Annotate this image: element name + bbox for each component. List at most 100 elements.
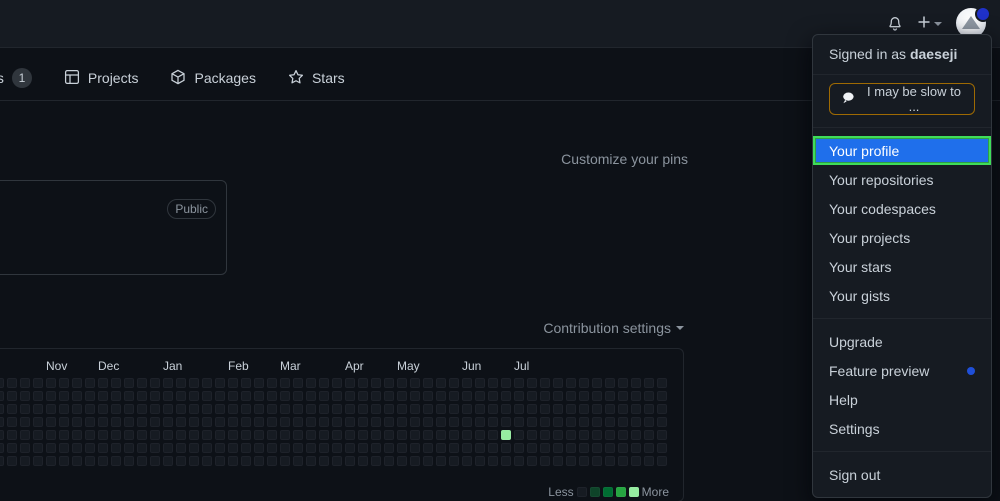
contribution-cell[interactable] <box>501 456 511 466</box>
contribution-cell[interactable] <box>7 391 17 401</box>
contribution-cell[interactable] <box>150 404 160 414</box>
contribution-cell[interactable] <box>553 456 563 466</box>
contribution-cell[interactable] <box>592 417 602 427</box>
contribution-cell[interactable] <box>514 430 524 440</box>
contribution-cell[interactable] <box>137 391 147 401</box>
contribution-cell[interactable] <box>72 430 82 440</box>
contribution-cell[interactable] <box>215 430 225 440</box>
contribution-cell[interactable] <box>215 378 225 388</box>
contribution-cell[interactable] <box>618 391 628 401</box>
contribution-cell[interactable] <box>553 430 563 440</box>
contribution-cell[interactable] <box>462 456 472 466</box>
contribution-cell[interactable] <box>202 456 212 466</box>
contribution-cell[interactable] <box>553 378 563 388</box>
contribution-cell[interactable] <box>397 417 407 427</box>
contribution-cell[interactable] <box>605 404 615 414</box>
contribution-cell[interactable] <box>579 417 589 427</box>
contribution-cell[interactable] <box>267 443 277 453</box>
contribution-cell[interactable] <box>215 391 225 401</box>
contribution-cell[interactable] <box>72 378 82 388</box>
contribution-cell[interactable] <box>475 417 485 427</box>
contribution-cell[interactable] <box>215 443 225 453</box>
contribution-cell[interactable] <box>46 443 56 453</box>
contribution-cell[interactable] <box>293 404 303 414</box>
contribution-cell[interactable] <box>280 378 290 388</box>
contribution-cell[interactable] <box>150 378 160 388</box>
contribution-cell[interactable] <box>605 391 615 401</box>
contribution-cell[interactable] <box>215 417 225 427</box>
contribution-cell[interactable] <box>579 456 589 466</box>
contribution-cell[interactable] <box>657 430 667 440</box>
contribution-cell[interactable] <box>241 456 251 466</box>
menu-item-help[interactable]: Help <box>813 385 991 414</box>
contribution-cell[interactable] <box>592 456 602 466</box>
contribution-cell[interactable] <box>605 430 615 440</box>
contribution-cell[interactable] <box>254 417 264 427</box>
contribution-cell[interactable] <box>306 391 316 401</box>
menu-item-your-profile[interactable]: Your profile <box>813 136 991 165</box>
contribution-cell[interactable] <box>527 443 537 453</box>
contribution-cell[interactable] <box>33 456 43 466</box>
contribution-cell[interactable] <box>514 391 524 401</box>
contribution-cell[interactable] <box>228 404 238 414</box>
contribution-cell[interactable] <box>254 430 264 440</box>
contribution-cell[interactable] <box>85 391 95 401</box>
contribution-cell[interactable] <box>566 404 576 414</box>
contribution-cell[interactable] <box>332 443 342 453</box>
contribution-cell[interactable] <box>462 443 472 453</box>
contribution-cell[interactable] <box>59 443 69 453</box>
contribution-cell[interactable] <box>111 378 121 388</box>
contribution-cell[interactable] <box>397 430 407 440</box>
contribution-cell[interactable] <box>228 443 238 453</box>
menu-item-settings[interactable]: Settings <box>813 414 991 443</box>
contribution-cell[interactable] <box>306 443 316 453</box>
contribution-cell[interactable] <box>202 430 212 440</box>
contribution-cell[interactable] <box>462 404 472 414</box>
contribution-cell[interactable] <box>98 443 108 453</box>
contribution-cell[interactable] <box>605 443 615 453</box>
contribution-cell[interactable] <box>7 456 17 466</box>
contribution-cell[interactable] <box>592 378 602 388</box>
contribution-cell[interactable] <box>280 443 290 453</box>
contribution-cell[interactable] <box>475 443 485 453</box>
contribution-cell[interactable] <box>449 456 459 466</box>
contribution-cell[interactable] <box>98 456 108 466</box>
contribution-cell[interactable] <box>397 443 407 453</box>
contribution-cell[interactable] <box>436 404 446 414</box>
contribution-cell[interactable] <box>553 443 563 453</box>
contribution-cell[interactable] <box>332 404 342 414</box>
contribution-cell[interactable] <box>540 404 550 414</box>
contribution-cell[interactable] <box>345 443 355 453</box>
contribution-cell[interactable] <box>202 378 212 388</box>
contribution-cell[interactable] <box>202 443 212 453</box>
contribution-cell[interactable] <box>202 417 212 427</box>
contribution-cell[interactable] <box>358 456 368 466</box>
contribution-cell[interactable] <box>501 430 511 440</box>
contribution-cell[interactable] <box>579 443 589 453</box>
contribution-cell[interactable] <box>579 430 589 440</box>
contribution-cell[interactable] <box>397 456 407 466</box>
menu-item-your-gists[interactable]: Your gists <box>813 281 991 310</box>
contribution-cell[interactable] <box>423 430 433 440</box>
contribution-cell[interactable] <box>449 391 459 401</box>
contribution-cell[interactable] <box>124 378 134 388</box>
contribution-cell[interactable] <box>319 378 329 388</box>
contribution-cell[interactable] <box>514 417 524 427</box>
set-status-button[interactable]: I may be slow to ... <box>829 83 975 115</box>
contribution-cell[interactable] <box>345 404 355 414</box>
contribution-cell[interactable] <box>189 443 199 453</box>
contribution-cell[interactable] <box>475 456 485 466</box>
contribution-cell[interactable] <box>98 430 108 440</box>
menu-item-your-repositories[interactable]: Your repositories <box>813 165 991 194</box>
contribution-cell[interactable] <box>371 456 381 466</box>
contribution-cell[interactable] <box>111 417 121 427</box>
contribution-cell[interactable] <box>228 456 238 466</box>
contribution-cell[interactable] <box>124 391 134 401</box>
contribution-cell[interactable] <box>540 456 550 466</box>
contribution-cell[interactable] <box>449 404 459 414</box>
contribution-cell[interactable] <box>46 456 56 466</box>
contribution-cell[interactable] <box>280 456 290 466</box>
contribution-cell[interactable] <box>228 378 238 388</box>
contribution-cell[interactable] <box>150 391 160 401</box>
contribution-cell[interactable] <box>254 391 264 401</box>
